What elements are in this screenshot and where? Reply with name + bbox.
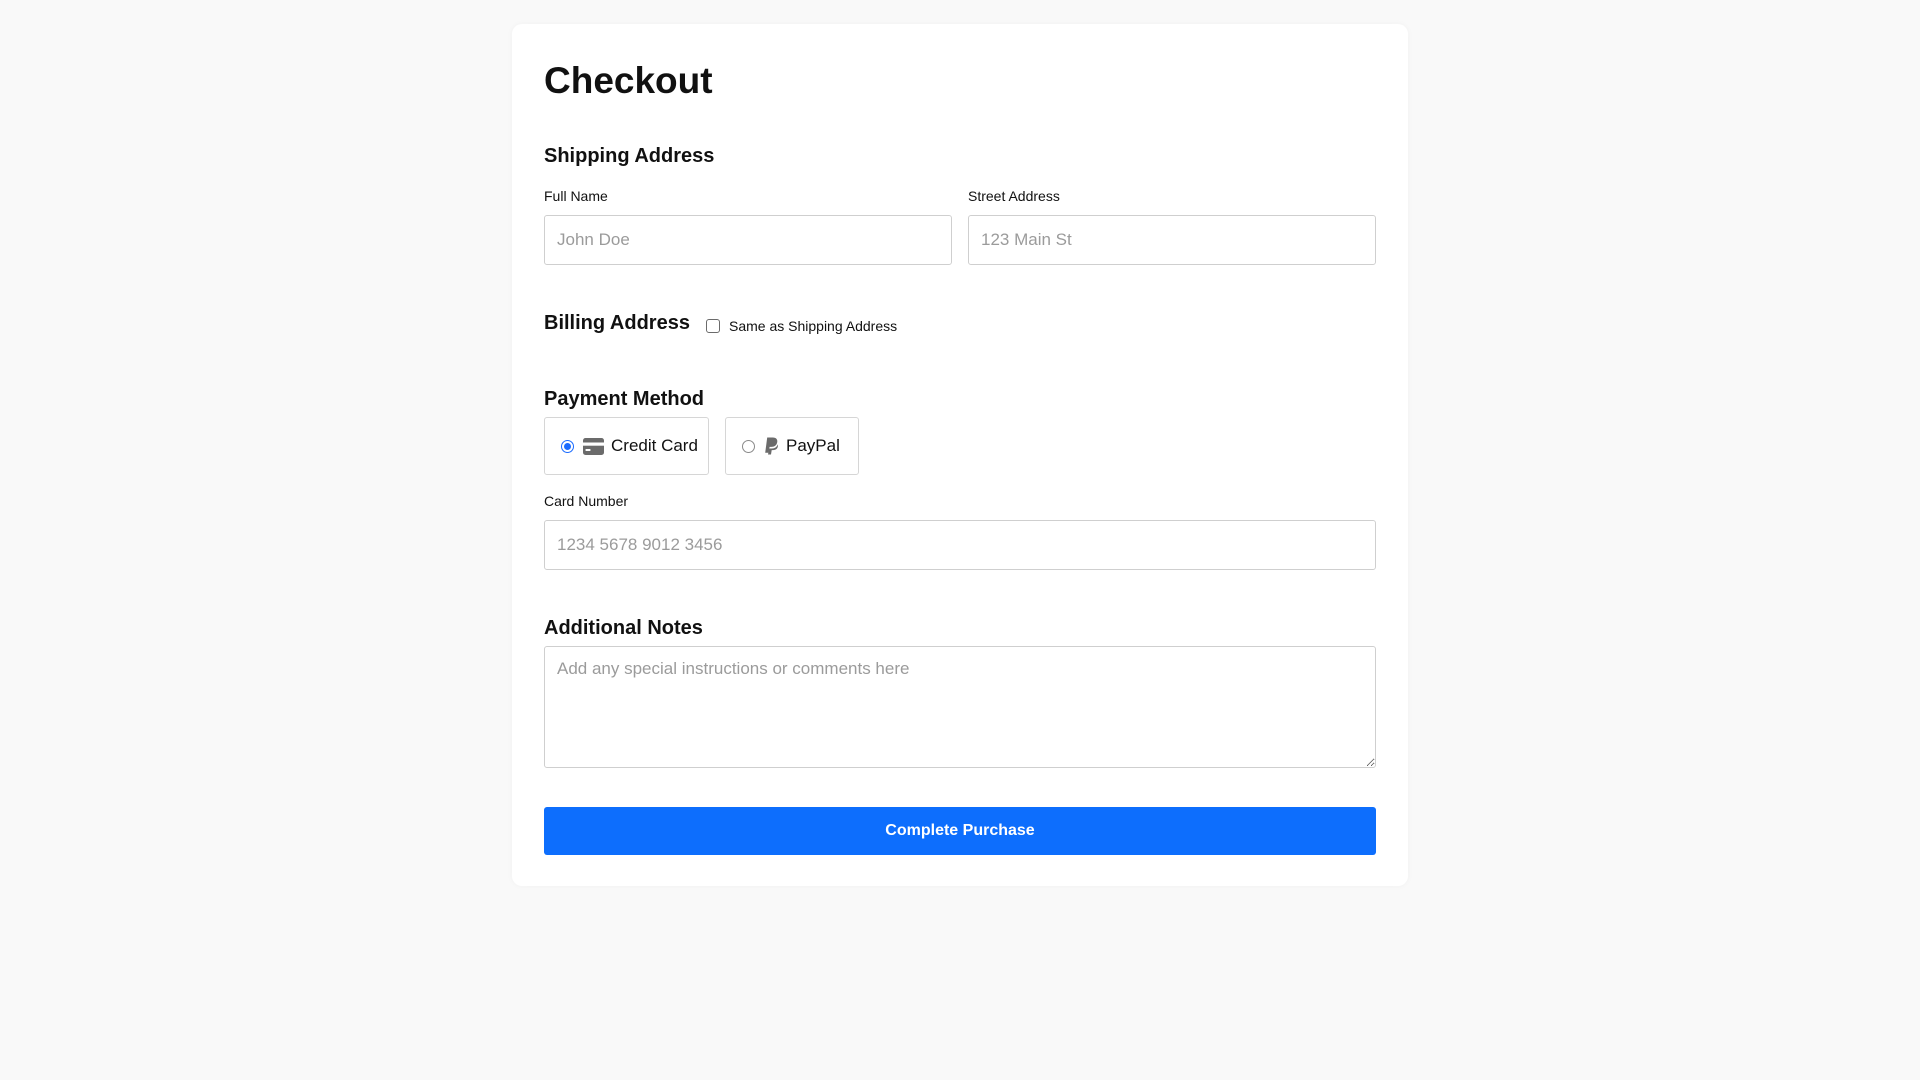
full-name-label: Full Name xyxy=(544,188,608,204)
checkout-card: Checkout Shipping Address Full Name Stre… xyxy=(512,24,1408,886)
street-address-input[interactable] xyxy=(968,215,1376,265)
paypal-radio[interactable] xyxy=(742,439,755,453)
payment-section-title: Payment Method xyxy=(544,388,705,410)
payment-option-paypal[interactable]: PayPal xyxy=(725,417,859,475)
notes-section-title: Additional Notes xyxy=(544,617,703,639)
card-number-label: Card Number xyxy=(544,493,629,509)
complete-purchase-button[interactable]: Complete Purchase xyxy=(544,807,1376,855)
checkbox-box[interactable] xyxy=(706,319,720,333)
billing-section-title: Billing Address xyxy=(544,312,690,334)
same-as-shipping-label: Same as Shipping Address xyxy=(729,318,898,334)
same-as-shipping-checkbox[interactable]: Same as Shipping Address xyxy=(706,318,897,334)
full-name-input[interactable] xyxy=(544,215,952,265)
paypal-label: PayPal xyxy=(786,436,840,455)
paypal-icon xyxy=(764,437,779,455)
credit-card-label: Credit Card xyxy=(611,436,698,455)
shipping-section-title: Shipping Address xyxy=(544,145,715,167)
street-address-label: Street Address xyxy=(968,188,1060,204)
payment-option-credit-card[interactable]: Credit Card xyxy=(544,417,709,475)
credit-card-radio[interactable] xyxy=(561,439,574,453)
page-title: Checkout xyxy=(544,60,713,101)
additional-notes-textarea[interactable] xyxy=(544,646,1376,768)
credit-card-icon xyxy=(583,437,604,455)
card-number-input[interactable] xyxy=(544,520,1376,570)
